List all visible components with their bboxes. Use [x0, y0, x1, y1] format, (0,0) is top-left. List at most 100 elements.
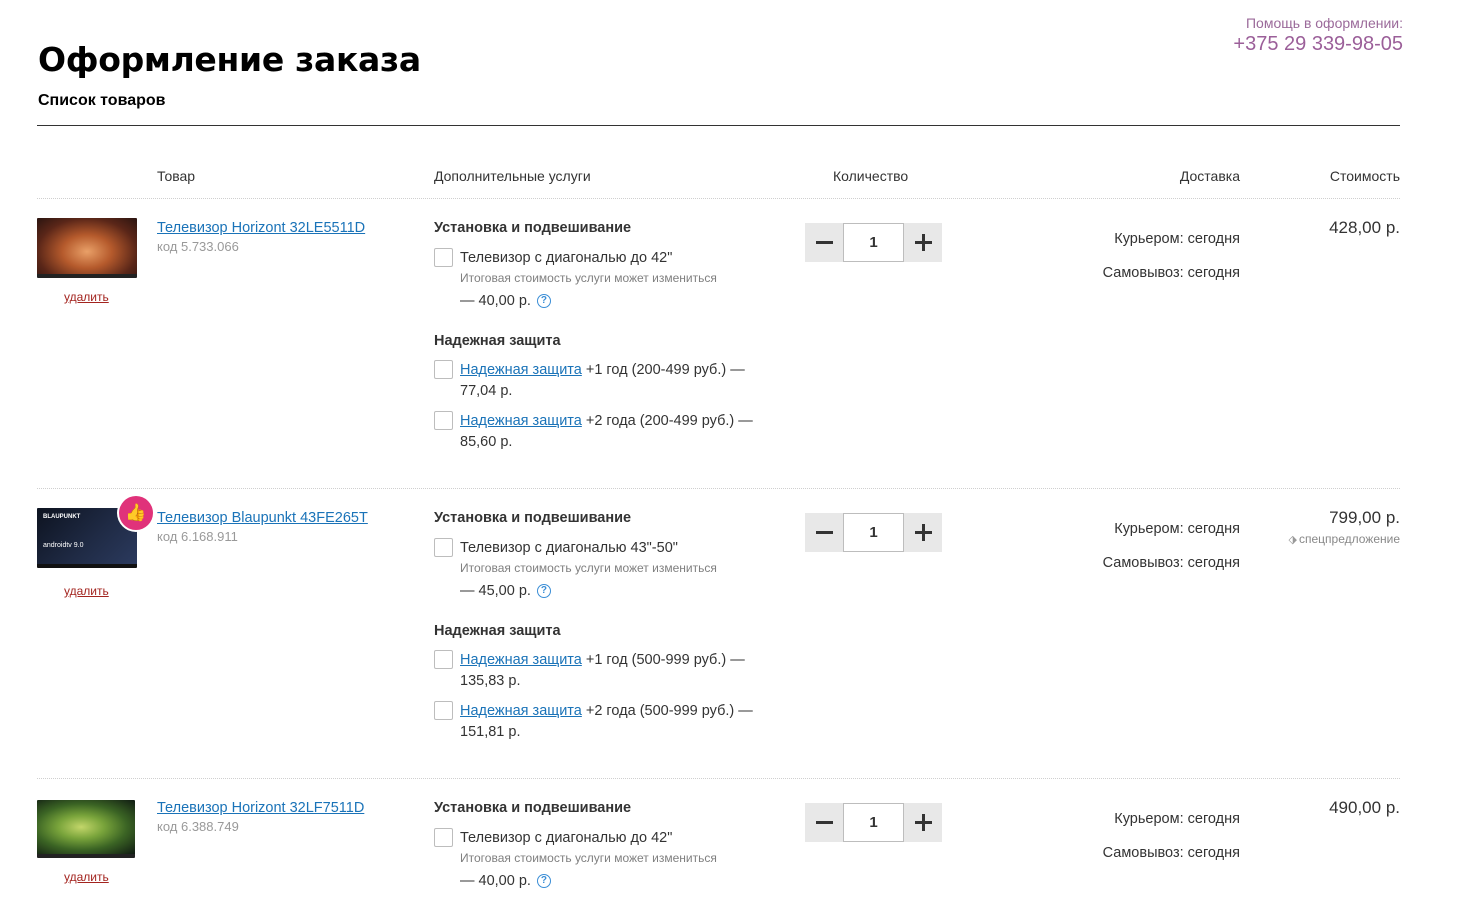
decrease-quantity-button[interactable] [805, 513, 843, 552]
remove-item-link[interactable]: удалить [64, 870, 109, 884]
thumbs-up-icon: 👍 [119, 496, 153, 530]
header-price: Стоимость [1329, 168, 1400, 184]
additional-services: Установка и подвешивание Телевизор с диа… [434, 220, 774, 462]
protection-option[interactable]: Надежная защита +2 года (500-999 руб.) —… [434, 701, 774, 743]
install-option[interactable]: Телевизор с диагональю 43"-50" Итоговая … [434, 538, 774, 601]
header-product: Товар [157, 168, 196, 184]
install-price: — 40,00 р. ? [460, 291, 774, 311]
plus-icon [914, 234, 932, 251]
protection-checkbox[interactable] [434, 360, 453, 379]
install-price-value: — 40,00 р. [460, 873, 531, 889]
product-image[interactable] [37, 800, 135, 858]
table-header: Товар Дополнительные услуги Количество Д… [37, 168, 1400, 199]
protection-option-label: Надежная защита +2 года (200-499 руб.) —… [460, 411, 770, 453]
protection-checkbox[interactable] [434, 411, 453, 430]
question-icon[interactable]: ? [536, 584, 551, 598]
install-heading: Установка и подвешивание [434, 510, 632, 526]
product-name-link[interactable]: Телевизор Horizont 32LE5511D [157, 220, 365, 236]
thumb-os-label: androidtv 9.0 [43, 542, 84, 549]
protection-link[interactable]: Надежная защита [460, 652, 582, 668]
delivery-options: Курьером: сегодня Самовывоз: сегодня [1103, 512, 1240, 580]
page-title: Оформление заказа [38, 40, 421, 79]
protection-option-label: Надежная защита +1 год (500-999 руб.) — … [460, 650, 770, 692]
install-checkbox[interactable] [434, 828, 453, 847]
product-name-link[interactable]: Телевизор Horizont 32LF7511D [157, 800, 364, 816]
quantity-input[interactable] [843, 803, 904, 842]
delivery-pickup: Самовывоз: сегодня [1102, 845, 1240, 861]
install-option-label: Телевизор с диагональю 43"-50" [460, 540, 678, 556]
protection-link[interactable]: Надежная защита [460, 413, 582, 429]
protection-option-label: Надежная защита +2 года (500-999 руб.) —… [460, 701, 770, 743]
thumb-brand-logo: BLAUPUNKT [43, 514, 81, 520]
product-image[interactable] [37, 218, 137, 278]
product-name-link[interactable]: Телевизор Blaupunkt 43FE265T [157, 510, 368, 526]
minus-icon [815, 241, 833, 244]
increase-quantity-button[interactable] [904, 803, 942, 842]
cart-item: удалить Телевизор Horizont 32LE5511D код… [37, 198, 1400, 489]
install-option[interactable]: Телевизор с диагональю до 42" Итоговая с… [434, 248, 774, 311]
protection-checkbox[interactable] [434, 701, 453, 720]
remove-item-link[interactable]: удалить [64, 290, 109, 304]
delivery-courier: Курьером: сегодня [1114, 811, 1240, 827]
decrease-quantity-button[interactable] [805, 803, 843, 842]
product-code: код 5.733.066 [157, 239, 239, 254]
help-contact: Помощь в оформлении: +375 29 339-98-05 [1233, 15, 1403, 56]
install-checkbox[interactable] [434, 538, 453, 557]
protection-checkbox[interactable] [434, 650, 453, 669]
quantity-input[interactable] [843, 513, 904, 552]
delivery-pickup: Самовывоз: сегодня [1102, 555, 1240, 571]
install-price: — 40,00 р. ? [460, 871, 774, 891]
minus-icon [815, 531, 833, 534]
install-price: — 45,00 р. ? [460, 581, 774, 601]
section-subtitle: Список товаров [38, 92, 166, 109]
quantity-stepper [805, 803, 942, 842]
tag-icon: ⬗ [1288, 534, 1297, 546]
help-label: Помощь в оформлении: [1245, 15, 1403, 31]
header-services: Дополнительные услуги [434, 168, 591, 184]
item-price: 428,00 р. [1329, 218, 1400, 237]
install-note: Итоговая стоимость услуги может изменить… [460, 561, 717, 575]
minus-icon [815, 821, 833, 824]
item-price: 799,00 р. [1329, 508, 1400, 527]
install-price-value: — 40,00 р. [460, 293, 531, 309]
install-option[interactable]: Телевизор с диагональю до 42" Итоговая с… [434, 828, 774, 891]
install-heading: Установка и подвешивание [434, 800, 632, 816]
header-quantity: Количество [833, 168, 909, 184]
plus-icon [914, 814, 932, 831]
delivery-options: Курьером: сегодня Самовывоз: сегодня [1103, 802, 1240, 870]
increase-quantity-button[interactable] [904, 513, 942, 552]
product-code: код 6.388.749 [157, 819, 239, 834]
protection-option[interactable]: Надежная защита +2 года (200-499 руб.) —… [434, 411, 774, 453]
protection-link[interactable]: Надежная защита [460, 362, 582, 378]
install-checkbox[interactable] [434, 248, 453, 267]
delivery-pickup: Самовывоз: сегодня [1102, 265, 1240, 281]
install-note: Итоговая стоимость услуги может изменить… [460, 851, 717, 865]
install-option-label: Телевизор с диагональю до 42" [460, 830, 673, 846]
question-icon[interactable]: ? [536, 874, 551, 888]
delivery-courier: Курьером: сегодня [1114, 231, 1240, 247]
install-note: Итоговая стоимость услуги может изменить… [460, 271, 717, 285]
divider [37, 125, 1400, 126]
remove-item-link[interactable]: удалить [64, 584, 109, 598]
plus-icon [914, 524, 932, 541]
increase-quantity-button[interactable] [904, 223, 942, 262]
protection-link[interactable]: Надежная защита [460, 703, 582, 719]
special-offer-label: спецпредложение [1298, 532, 1400, 546]
delivery-options: Курьером: сегодня Самовывоз: сегодня [1103, 222, 1240, 290]
delivery-courier: Курьером: сегодня [1114, 521, 1240, 537]
special-offer-badge[interactable]: ⬗ спецпредложение [1289, 532, 1400, 546]
header-delivery: Доставка [1179, 168, 1240, 184]
cart-item: BLAUPUNKT androidtv 9.0 👍 удалить Телеви… [37, 488, 1400, 779]
protection-heading: Надежная защита [434, 333, 561, 349]
item-price: 490,00 р. [1329, 798, 1400, 817]
question-icon[interactable]: ? [536, 294, 551, 308]
help-phone[interactable]: +375 29 339-98-05 [1233, 33, 1403, 56]
quantity-stepper [805, 513, 942, 552]
decrease-quantity-button[interactable] [805, 223, 843, 262]
protection-option[interactable]: Надежная защита +1 год (500-999 руб.) — … [434, 650, 774, 692]
protection-option[interactable]: Надежная защита +1 год (200-499 руб.) — … [434, 360, 774, 402]
quantity-input[interactable] [843, 223, 904, 262]
install-price-value: — 45,00 р. [460, 583, 531, 599]
quantity-stepper [805, 223, 942, 262]
protection-heading: Надежная защита [434, 623, 561, 639]
